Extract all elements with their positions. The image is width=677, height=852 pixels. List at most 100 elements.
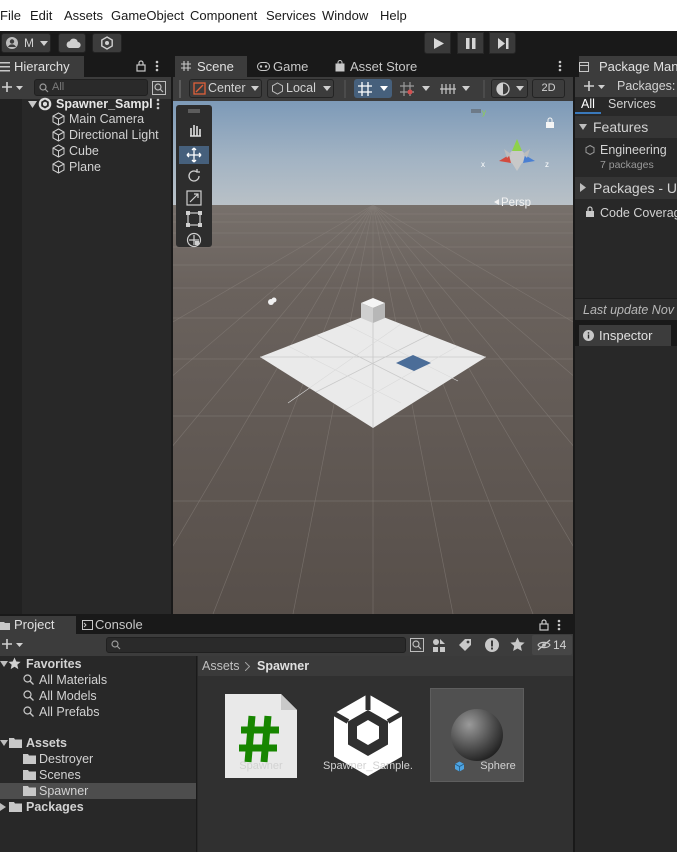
tab-game[interactable]: Game: [255, 56, 327, 77]
hierarchy-tree: Spawner_Sampl Main Camera Directional Li…: [0, 96, 171, 614]
mode-2d-toggle[interactable]: 2D: [532, 79, 565, 98]
hierarchy-scene-row[interactable]: Spawner_Sampl: [0, 96, 171, 112]
scene-toolbar: Center Local 2D: [173, 77, 573, 101]
packages-section-header[interactable]: Packages - U: [575, 177, 677, 199]
lock-icon[interactable]: [539, 619, 549, 631]
hierarchy-search-field[interactable]: All: [34, 79, 148, 96]
folder-item-selected[interactable]: Spawner: [0, 783, 196, 799]
pivot-label: Center: [208, 81, 246, 95]
gizmo-axis-y-label: y: [482, 108, 486, 117]
inspector-panel: Inspector: [575, 325, 677, 852]
tab-scene[interactable]: Scene: [175, 56, 247, 77]
gameobject-cube-icon: [52, 160, 65, 174]
search-options-icon[interactable]: [152, 81, 166, 95]
filter-by-type-icon[interactable]: [432, 638, 446, 652]
add-icon[interactable]: [2, 639, 24, 651]
shading-sphere-icon: [496, 82, 510, 96]
menu-assets[interactable]: Assets: [64, 8, 103, 23]
collab-button[interactable]: [92, 33, 122, 53]
hierarchy-item-directional-light[interactable]: Directional Light: [0, 127, 171, 143]
pivot-dropdown[interactable]: Center: [189, 79, 262, 98]
breadcrumb-spawner[interactable]: Spawner: [257, 659, 309, 673]
breadcrumb-assets[interactable]: Assets: [202, 659, 240, 673]
star-icon[interactable]: [510, 637, 525, 652]
folder-item[interactable]: Scenes: [0, 767, 196, 783]
tab-asset-store[interactable]: Asset Store: [333, 56, 425, 77]
list-icon: [0, 61, 10, 72]
add-icon[interactable]: [2, 81, 24, 95]
folder-item[interactable]: Destroyer: [0, 751, 196, 767]
persp-label[interactable]: Persp: [501, 197, 531, 209]
scale-tool-icon[interactable]: [186, 190, 202, 206]
tab-inspector[interactable]: Inspector: [579, 325, 671, 346]
kebab-menu-icon[interactable]: [557, 619, 561, 631]
folder-icon: [23, 753, 36, 764]
menu-edit[interactable]: Edit: [30, 8, 52, 23]
packages-filter-label[interactable]: Packages:: [617, 79, 675, 93]
shading-mode-dropdown[interactable]: [491, 79, 528, 98]
kebab-menu-icon[interactable]: [155, 60, 159, 72]
lock-icon[interactable]: [136, 60, 146, 72]
menu-window[interactable]: Window: [322, 8, 368, 23]
add-icon[interactable]: [584, 81, 606, 93]
account-dropdown[interactable]: M: [1, 33, 51, 53]
panel-splitter[interactable]: [573, 56, 575, 852]
search-options-icon[interactable]: [410, 638, 424, 652]
cloud-button[interactable]: [58, 33, 86, 53]
grid-visibility-button[interactable]: [438, 79, 474, 98]
tab-project[interactable]: Project: [0, 616, 76, 634]
menu-file[interactable]: File: [0, 8, 21, 23]
menu-help[interactable]: Help: [380, 8, 407, 23]
rotate-tool-icon[interactable]: [186, 168, 202, 184]
rect-tool-icon[interactable]: [186, 211, 202, 227]
packages-root-row[interactable]: Packages: [0, 799, 196, 815]
filter-by-label-icon[interactable]: [458, 638, 472, 652]
chevron-down-icon: [323, 86, 331, 91]
cloud-icon: [65, 37, 81, 49]
favorites-row[interactable]: Favorites: [0, 656, 196, 672]
space-dropdown[interactable]: Local: [267, 79, 334, 98]
increment-snapping-button[interactable]: [397, 79, 433, 98]
transform-tool-icon[interactable]: [186, 232, 202, 248]
warning-filter-icon[interactable]: [484, 637, 500, 653]
hidden-packages-toggle[interactable]: 14: [532, 635, 572, 655]
tab-package-manager[interactable]: Package Man: [579, 56, 677, 77]
tab-hierarchy[interactable]: Hierarchy: [0, 56, 84, 77]
pause-button[interactable]: [457, 32, 484, 54]
favorite-item[interactable]: All Prefabs: [0, 704, 196, 720]
scene-viewport[interactable]: y x z Persp: [173, 101, 573, 614]
feature-item-sub: 7 packages: [600, 159, 654, 171]
kebab-menu-icon[interactable]: [558, 60, 562, 72]
breadcrumb: Assets Spawner: [198, 656, 573, 676]
assets-root-row[interactable]: Assets: [0, 735, 196, 751]
filter-tab-all[interactable]: All: [581, 97, 595, 111]
panel-splitter[interactable]: [171, 56, 173, 616]
packages-header-label: Packages - U: [593, 180, 677, 196]
kebab-menu-icon[interactable]: [156, 98, 160, 110]
gameobject-cube-icon: [52, 128, 65, 142]
tab-scene-label: Scene: [197, 59, 234, 74]
feature-item-engineering[interactable]: Engineering 7 packages: [575, 140, 677, 172]
increment-snap-icon: [400, 82, 414, 96]
play-button[interactable]: [424, 32, 451, 54]
menu-component[interactable]: Component: [190, 8, 257, 23]
favorite-item[interactable]: All Materials: [0, 672, 196, 688]
filter-tab-services[interactable]: Services: [608, 97, 656, 111]
step-button[interactable]: [489, 32, 516, 54]
grid-snapping-button[interactable]: [354, 79, 392, 98]
package-item-label: Code Coverag: [600, 206, 677, 220]
package-item-code-coverage[interactable]: Code Coverag: [575, 203, 677, 223]
project-search-field[interactable]: [106, 637, 406, 653]
move-tool-icon[interactable]: [186, 147, 202, 163]
hand-tool-icon[interactable]: [187, 122, 203, 138]
menu-services[interactable]: Services: [266, 8, 316, 23]
hierarchy-item-main-camera[interactable]: Main Camera: [0, 111, 171, 127]
menu-gameobject[interactable]: GameObject: [111, 8, 184, 23]
hierarchy-item-plane[interactable]: Plane: [0, 159, 171, 175]
favorite-item[interactable]: All Models: [0, 688, 196, 704]
features-section-header[interactable]: Features: [575, 116, 677, 138]
hierarchy-panel: Hierarchy All Spawner_Sampl Main Camera …: [0, 56, 171, 614]
tab-console[interactable]: Console: [80, 616, 160, 634]
hierarchy-item-cube[interactable]: Cube: [0, 143, 171, 159]
expand-arrow-icon[interactable]: [28, 101, 37, 108]
